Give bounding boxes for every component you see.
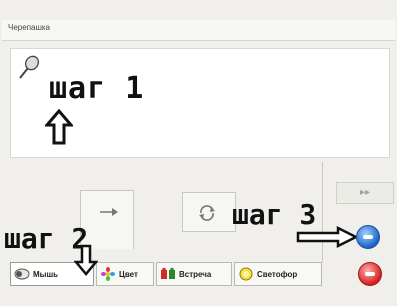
microphone-icon [19, 55, 39, 79]
up-arrow-annotation [45, 109, 73, 145]
app-window: Черепашка шаг 1 ▸▸ шаг 3 шаг 2 Мышь Цвет… [0, 0, 397, 306]
color-icon [101, 267, 115, 281]
tab-mouse-label: Мышь [33, 269, 59, 279]
right-arrow-annotation [296, 226, 358, 248]
traffic-light-icon [239, 267, 253, 281]
tab-meeting-label: Встреча [179, 269, 212, 279]
tab-color[interactable]: Цвет [96, 262, 154, 286]
fast-forward-button[interactable]: ▸▸ [336, 182, 394, 204]
repeat-icon[interactable] [196, 203, 218, 223]
title-bar: Черепашка [2, 20, 395, 41]
stop-button[interactable] [358, 262, 382, 286]
tab-traffic-light-label: Светофор [257, 269, 298, 279]
tab-meeting[interactable]: Встреча [156, 262, 232, 286]
mouse-icon [14, 268, 30, 280]
meeting-icon [161, 267, 175, 279]
tab-color-label: Цвет [119, 269, 138, 279]
turtle-canvas[interactable]: шаг 1 [10, 48, 390, 158]
step-button[interactable] [356, 225, 380, 249]
step-1-annotation: шаг 1 [49, 71, 145, 106]
down-arrow-annotation [74, 244, 98, 276]
tab-traffic-light[interactable]: Светофор [234, 262, 322, 286]
arrow-right-icon[interactable] [98, 205, 120, 219]
dash-icon [363, 235, 373, 239]
window-title: Черепашка [8, 23, 51, 32]
tab-bar: Мышь Цвет Встреча Светофор [10, 262, 330, 288]
dash-icon [365, 272, 375, 276]
